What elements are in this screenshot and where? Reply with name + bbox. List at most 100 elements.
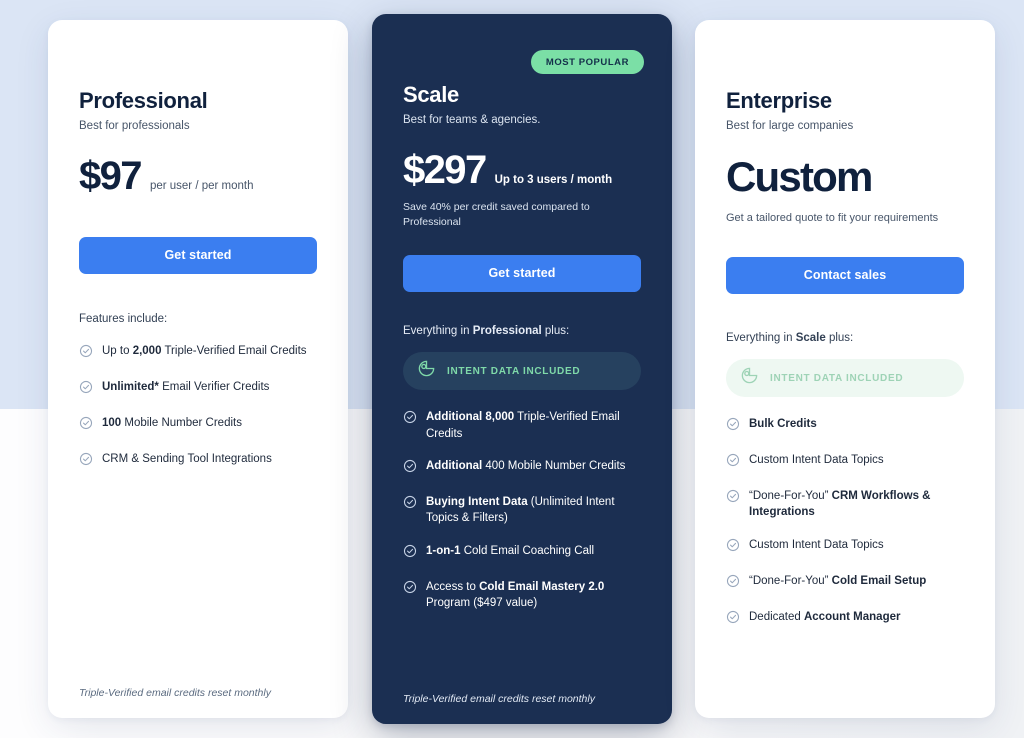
plan-tagline-professional: Best for professionals — [79, 120, 190, 132]
features-heading-tail-enterprise: plus: — [825, 332, 854, 344]
features-heading-lead-enterprise: Everything in — [726, 332, 796, 344]
feature-item: 1-on-1 Cold Email Coaching Call — [403, 543, 641, 563]
feature-text: Bulk Credits — [749, 416, 817, 432]
check-circle-icon — [726, 417, 740, 436]
check-circle-icon — [79, 452, 93, 471]
feature-text-bold: Unlimited* — [102, 381, 159, 393]
feature-text: Access to Cold Email Mastery 2.0 Program… — [426, 579, 641, 612]
feature-item: Access to Cold Email Mastery 2.0 Program… — [403, 579, 641, 612]
feature-text: Custom Intent Data Topics — [749, 537, 884, 553]
feature-text-lead: Custom Intent Data Topics — [749, 538, 884, 551]
check-circle-icon — [726, 574, 740, 593]
feature-text-bold: Additional 8,000 — [426, 411, 515, 424]
feature-item: Up to 2,000 Triple-Verified Email Credit… — [79, 343, 317, 363]
feature-text-tail: Triple-Verified Email Credits — [161, 345, 307, 357]
pricing-card-scale: MOST POPULAR Scale Best for teams & agen… — [372, 14, 672, 724]
check-circle-icon — [79, 380, 93, 399]
price-row-professional: $97 per user / per month — [79, 156, 317, 196]
feature-item: Dedicated Account Manager — [726, 609, 964, 629]
plan-tagline-enterprise: Best for large companies — [726, 120, 854, 132]
feature-item: Additional 400 Mobile Number Credits — [403, 458, 641, 478]
features-heading-bold-enterprise: Scale — [795, 332, 826, 344]
donut-chart-icon — [740, 366, 759, 390]
check-circle-icon — [403, 410, 417, 429]
features-heading-lead-scale: Everything in — [403, 325, 473, 338]
plan-name-scale: Scale — [403, 82, 459, 107]
price-unit-professional: per user / per month — [149, 180, 254, 192]
intent-data-badge-scale: INTENT DATA INCLUDED — [403, 352, 641, 391]
check-circle-icon — [403, 459, 417, 478]
feature-text-bold: Bulk Credits — [749, 418, 817, 430]
feature-item: 100 Mobile Number Credits — [79, 415, 317, 435]
feature-item: Custom Intent Data Topics — [726, 452, 964, 472]
feature-text: CRM & Sending Tool Integrations — [102, 451, 272, 467]
feature-text-tail: Mobile Number Credits — [121, 417, 242, 429]
feature-text-tail: Cold Email Coaching Call — [460, 544, 595, 557]
feature-item: Bulk Credits — [726, 416, 964, 436]
feature-text-lead: Custom Intent Data Topics — [749, 454, 884, 466]
donut-chart-icon — [417, 359, 436, 383]
price-amount-scale: $297 — [403, 148, 487, 192]
get-started-button-scale[interactable]: Get started — [403, 255, 641, 293]
intent-data-badge-enterprise: INTENT DATA INCLUDED — [726, 359, 964, 397]
pricing-card-enterprise: Enterprise Best for large companies Cust… — [695, 20, 995, 718]
features-heading-bold-scale: Professional — [472, 325, 542, 338]
check-circle-icon — [403, 544, 417, 563]
feature-text-lead: Dedicated — [749, 610, 804, 623]
feature-text-tail: 400 Mobile Number Credits — [482, 460, 626, 473]
pricing-card-professional: Professional Best for professionals $97 … — [48, 20, 348, 718]
plan-name-professional: Professional — [79, 88, 208, 113]
check-circle-icon — [79, 344, 93, 363]
most-popular-badge: MOST POPULAR — [530, 50, 644, 74]
price-amount-professional: $97 — [79, 154, 143, 198]
custom-quote-note: Get a tailored quote to fit your require… — [726, 212, 939, 224]
feature-text-bold: Buying Intent Data — [426, 496, 528, 509]
feature-item: Additional 8,000 Triple-Verified Email C… — [403, 409, 641, 442]
feature-item: Unlimited* Email Verifier Credits — [79, 379, 317, 399]
feature-text: 1-on-1 Cold Email Coaching Call — [426, 543, 594, 559]
feature-text-lead: Access to — [426, 580, 480, 593]
price-row-enterprise: Custom — [726, 156, 964, 198]
check-circle-icon — [726, 538, 740, 557]
feature-text-tail: Program ($497 value) — [426, 597, 538, 610]
price-row-scale: $297 Up to 3 users / month — [403, 150, 641, 190]
contact-sales-button[interactable]: Contact sales — [726, 257, 964, 294]
pricing-page: Professional Best for professionals $97 … — [0, 0, 1024, 738]
feature-text: 100 Mobile Number Credits — [102, 415, 242, 431]
check-circle-icon — [403, 580, 417, 599]
intent-data-label-enterprise: INTENT DATA INCLUDED — [770, 372, 904, 384]
feature-text-bold: Account Manager — [803, 610, 901, 623]
get-started-button-professional[interactable]: Get started — [79, 237, 317, 274]
feature-text: Buying Intent Data (Unlimited Intent Top… — [426, 494, 641, 527]
feature-text: “Done-For-You” CRM Workflows & Integrati… — [749, 488, 964, 521]
feature-text-tail: Email Verifier Credits — [158, 381, 270, 393]
plan-name-enterprise: Enterprise — [726, 88, 832, 113]
feature-text-bold: 2,000 — [132, 345, 162, 357]
feature-item: Custom Intent Data Topics — [726, 537, 964, 557]
feature-text-lead: CRM & Sending Tool Integrations — [102, 453, 272, 465]
feature-text-lead: “Done-For-You” — [749, 490, 832, 502]
check-circle-icon — [726, 453, 740, 472]
intent-data-label-scale: INTENT DATA INCLUDED — [447, 365, 581, 377]
feature-list-scale: Additional 8,000 Triple-Verified Email C… — [403, 409, 641, 611]
feature-list-professional: Up to 2,000 Triple-Verified Email Credit… — [79, 343, 317, 471]
plan-tagline-scale: Best for teams & agencies. — [403, 114, 541, 126]
check-circle-icon — [403, 495, 417, 514]
feature-text-bold: Additional — [426, 460, 483, 473]
feature-text-lead: Up to — [102, 345, 133, 357]
feature-text: Additional 400 Mobile Number Credits — [426, 458, 625, 474]
footnote-scale: Triple-Verified email credits reset mont… — [403, 693, 595, 705]
check-circle-icon — [726, 489, 740, 508]
footnote-professional: Triple-Verified email credits reset mont… — [79, 687, 271, 699]
feature-item: “Done-For-You” Cold Email Setup — [726, 573, 964, 593]
feature-text-bold: 1-on-1 — [426, 544, 461, 557]
feature-text-bold: Cold Email Setup — [831, 574, 927, 587]
feature-text: Custom Intent Data Topics — [749, 452, 884, 468]
feature-text: Up to 2,000 Triple-Verified Email Credit… — [102, 343, 307, 359]
check-circle-icon — [726, 610, 740, 629]
feature-text: Additional 8,000 Triple-Verified Email C… — [426, 409, 641, 442]
feature-text: “Done-For-You” Cold Email Setup — [749, 573, 926, 589]
check-circle-icon — [79, 416, 93, 435]
feature-list-enterprise: Bulk Credits Custom Intent Data Topics “Do… — [726, 416, 964, 629]
feature-text-bold: 100 — [102, 417, 122, 429]
